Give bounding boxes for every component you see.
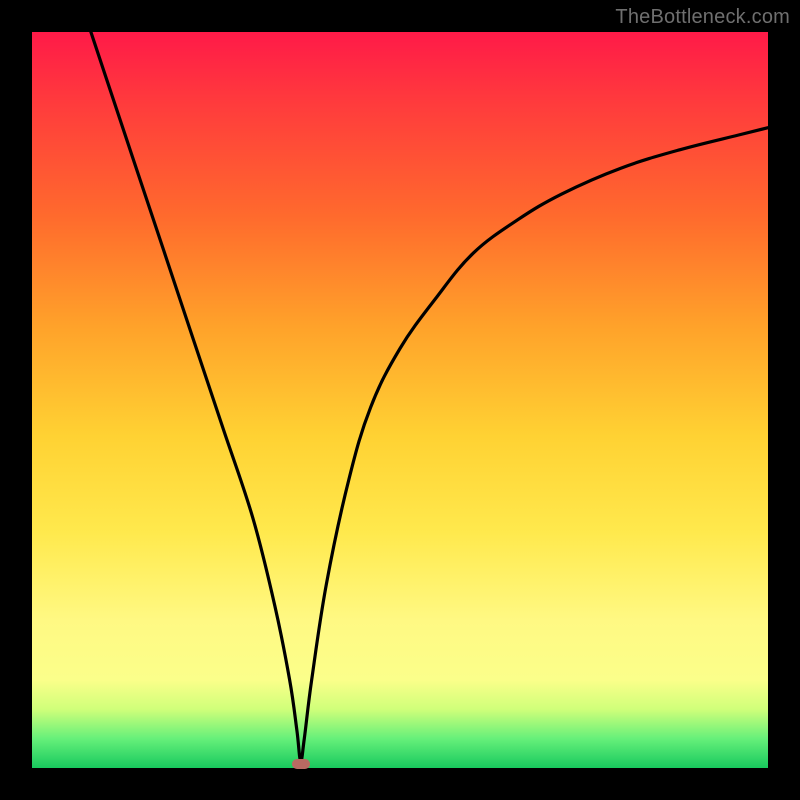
minimum-marker bbox=[292, 759, 310, 769]
chart-frame: TheBottleneck.com bbox=[0, 0, 800, 800]
bottleneck-curve bbox=[91, 32, 768, 761]
plot-area bbox=[32, 32, 768, 768]
watermark-text: TheBottleneck.com bbox=[615, 6, 790, 29]
curve-svg bbox=[32, 32, 768, 768]
